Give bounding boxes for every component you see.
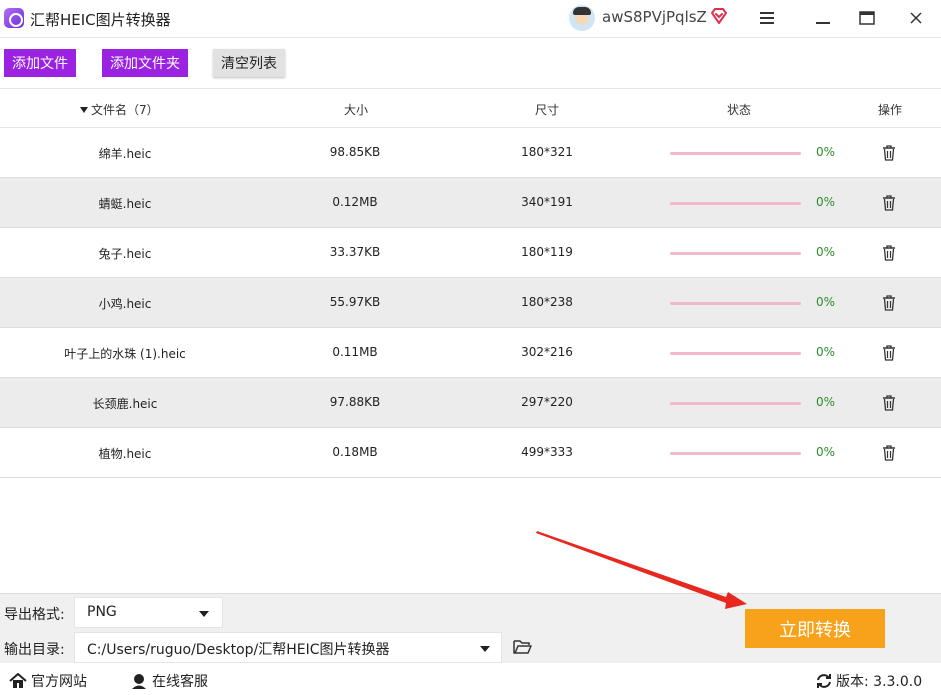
headset-icon <box>132 674 146 689</box>
toolbar: 添加文件 添加文件夹 清空列表 <box>0 38 941 88</box>
vip-diamond-icon[interactable] <box>710 7 728 25</box>
progress-bar <box>670 202 801 205</box>
progress-percent: 0% <box>816 445 836 459</box>
menu-icon <box>760 12 774 24</box>
table-row[interactable]: 小鸡.heic 55.97KB 180*238 0% <box>0 278 941 328</box>
progress-percent: 0% <box>816 145 836 159</box>
menu-button[interactable] <box>753 5 781 31</box>
header-size: 大小 <box>343 103 368 117</box>
chevron-down-icon <box>199 611 209 617</box>
minimize-icon <box>816 22 830 24</box>
progress-percent: 0% <box>816 395 836 409</box>
close-button[interactable] <box>902 5 930 31</box>
file-size: 0.18MB <box>332 445 378 459</box>
progress-bar <box>670 452 801 455</box>
file-size: 97.88KB <box>329 395 381 409</box>
version-info[interactable]: 版本: 3.3.0.0 <box>816 671 922 691</box>
file-name: 兔子.heic <box>98 247 152 261</box>
output-panel: 导出格式: PNG 输出目录: C:/Users/ruguo/Desktop/汇… <box>0 593 941 663</box>
progress-bar <box>670 152 801 155</box>
home-icon <box>9 673 27 688</box>
footer: 官方网站 在线客服 版本: 3.3.0.0 <box>0 663 941 695</box>
header-status: 状态 <box>726 103 751 117</box>
avatar-hair <box>573 7 591 15</box>
close-icon <box>910 12 922 24</box>
file-size: 0.12MB <box>332 195 378 209</box>
progress-percent: 0% <box>816 245 836 259</box>
maximize-button[interactable] <box>853 5 881 31</box>
format-value: PNG <box>87 604 117 620</box>
file-size: 33.37KB <box>329 245 381 259</box>
table-row[interactable]: 叶子上的水珠 (1).heic 0.11MB 302*216 0% <box>0 328 941 378</box>
file-dimensions: 302*216 <box>521 345 573 359</box>
trash-icon[interactable] <box>882 395 896 411</box>
progress-bar <box>670 402 801 405</box>
file-name: 长颈鹿.heic <box>92 397 158 411</box>
header-name[interactable]: 文件名（7） <box>80 101 159 118</box>
format-select[interactable]: PNG <box>74 597 223 628</box>
online-support-label: 在线客服 <box>152 674 208 690</box>
file-dimensions: 499*333 <box>521 445 573 459</box>
header-name-label: 文件名（7） <box>91 103 159 117</box>
trash-icon[interactable] <box>882 245 896 261</box>
format-label: 导出格式: <box>4 607 65 623</box>
progress-bar <box>670 352 801 355</box>
app-title: 汇帮HEIC图片转换器 <box>30 11 171 29</box>
progress-percent: 0% <box>816 295 836 309</box>
table-header: 文件名（7） 大小 尺寸 状态 操作 <box>0 88 941 128</box>
trash-icon[interactable] <box>882 345 896 361</box>
file-dimensions: 297*220 <box>521 395 573 409</box>
file-dimensions: 180*119 <box>521 245 573 259</box>
header-dimensions: 尺寸 <box>534 103 559 117</box>
file-size: 98.85KB <box>329 145 381 159</box>
file-dimensions: 180*238 <box>521 295 573 309</box>
file-name: 叶子上的水珠 (1).heic <box>64 347 186 361</box>
version-label: 版本: 3.3.0.0 <box>836 674 923 690</box>
clear-list-button[interactable]: 清空列表 <box>213 49 285 77</box>
header-action: 操作 <box>877 103 902 117</box>
title-bar: 汇帮HEIC图片转换器 awS8PVjPqlsZ <box>0 0 941 38</box>
add-file-button[interactable]: 添加文件 <box>4 49 76 77</box>
user-avatar[interactable] <box>569 5 595 31</box>
minimize-button[interactable] <box>809 5 837 31</box>
file-size: 0.11MB <box>332 345 378 359</box>
progress-percent: 0% <box>816 195 836 209</box>
file-table: 文件名（7） 大小 尺寸 状态 操作 绵羊.heic 98.85KB 180*321… <box>0 88 941 478</box>
file-name: 小鸡.heic <box>98 297 152 311</box>
file-name: 绵羊.heic <box>98 147 152 161</box>
trash-icon[interactable] <box>882 195 896 211</box>
progress-bar <box>670 252 801 255</box>
app-logo-icon <box>4 8 24 28</box>
dir-label: 输出目录: <box>4 642 65 658</box>
table-body: 绵羊.heic 98.85KB 180*321 0% 蜻蜓.heic 0.12MB 340*… <box>0 128 941 478</box>
table-row[interactable]: 植物.heic 0.18MB 499*333 0% <box>0 428 941 478</box>
table-row[interactable]: 兔子.heic 33.37KB 180*119 0% <box>0 228 941 278</box>
online-support-link[interactable]: 在线客服 <box>130 671 208 691</box>
table-row[interactable]: 长颈鹿.heic 97.88KB 297*220 0% <box>0 378 941 428</box>
file-size: 55.97KB <box>329 295 381 309</box>
file-dimensions: 340*191 <box>521 195 573 209</box>
file-name: 蜻蜓.heic <box>98 197 152 211</box>
output-dir-value: C:/Users/ruguo/Desktop/汇帮HEIC图片转换器 <box>87 642 390 658</box>
official-website-label: 官方网站 <box>31 674 87 690</box>
file-name: 植物.heic <box>98 447 152 461</box>
trash-icon[interactable] <box>882 295 896 311</box>
convert-now-button[interactable]: 立即转换 <box>745 609 885 648</box>
table-row[interactable]: 蜻蜓.heic 0.12MB 340*191 0% <box>0 178 941 228</box>
add-folder-button[interactable]: 添加文件夹 <box>102 49 188 77</box>
official-website-link[interactable]: 官方网站 <box>9 671 87 691</box>
progress-bar <box>670 302 801 305</box>
trash-icon[interactable] <box>882 445 896 461</box>
chevron-down-icon <box>480 646 490 652</box>
table-row[interactable]: 绵羊.heic 98.85KB 180*321 0% <box>0 128 941 178</box>
refresh-icon <box>817 674 831 688</box>
output-dir-select[interactable]: C:/Users/ruguo/Desktop/汇帮HEIC图片转换器 <box>74 632 502 663</box>
maximize-icon <box>859 11 875 25</box>
folder-open-icon[interactable] <box>513 639 532 654</box>
sort-down-icon <box>80 106 88 113</box>
progress-percent: 0% <box>816 345 836 359</box>
user-name[interactable]: awS8PVjPqlsZ <box>602 8 707 26</box>
file-dimensions: 180*321 <box>521 145 573 159</box>
trash-icon[interactable] <box>882 145 896 161</box>
